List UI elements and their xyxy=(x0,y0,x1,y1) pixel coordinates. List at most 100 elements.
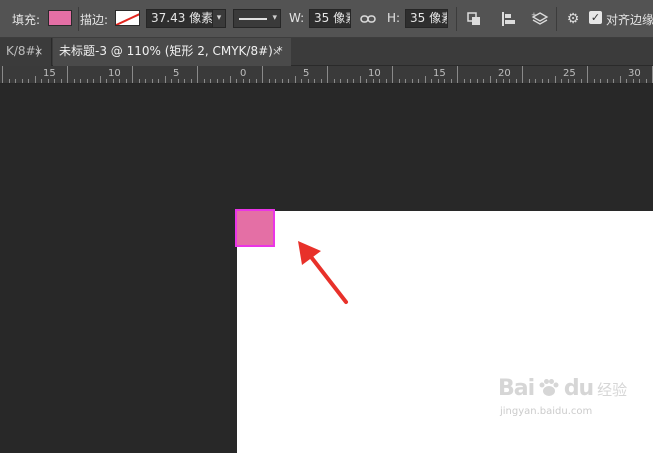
ruler-tick xyxy=(457,66,458,83)
path-operations-icon[interactable] xyxy=(465,10,483,28)
watermark-brand: Bai xyxy=(498,376,535,401)
ruler-tick xyxy=(418,79,419,83)
ruler-tick xyxy=(158,79,159,83)
ruler-tick xyxy=(9,79,10,83)
ruler-tick xyxy=(119,79,120,83)
ruler-tick xyxy=(607,79,608,83)
path-arrangement-icon[interactable]: + xyxy=(531,10,549,28)
ruler-tick xyxy=(392,66,393,83)
ruler-tick xyxy=(223,79,224,83)
close-icon[interactable]: × xyxy=(34,38,43,65)
ruler-tick xyxy=(626,79,627,83)
ruler-tick xyxy=(503,79,504,83)
paw-icon xyxy=(539,379,559,396)
align-edges-checkbox[interactable]: ✓ xyxy=(589,11,602,24)
ruler-tick xyxy=(74,79,75,83)
ruler-tick xyxy=(535,79,536,83)
ruler-tick xyxy=(522,66,523,83)
ruler-tick xyxy=(132,66,133,83)
ruler-tick xyxy=(178,79,179,83)
ruler-tick xyxy=(100,76,101,83)
ruler-tick xyxy=(646,79,647,83)
ruler-tick xyxy=(581,79,582,83)
ruler-tick xyxy=(41,79,42,83)
ruler-tick xyxy=(425,76,426,83)
link-icon[interactable] xyxy=(359,10,377,28)
ruler-tick xyxy=(347,79,348,83)
ruler-label: 0 xyxy=(240,68,247,79)
ruler-tick xyxy=(405,79,406,83)
watermark-brand-cn: 经验 xyxy=(597,381,628,399)
svg-text:+: + xyxy=(531,11,537,19)
ruler-tick xyxy=(444,79,445,83)
ruler-tick xyxy=(191,79,192,83)
ruler-tick xyxy=(321,79,322,83)
ruler-tick xyxy=(28,79,29,83)
watermark-brand-suffix: du xyxy=(563,376,594,401)
ruler-tick xyxy=(431,79,432,83)
canvas-workspace[interactable]: Bai du 经验 jingyan.baidu.com xyxy=(0,84,653,453)
ruler-tick xyxy=(256,79,257,83)
ruler-label: 10 xyxy=(108,68,121,79)
chevron-down-icon[interactable]: ▾ xyxy=(212,9,226,28)
close-icon[interactable]: × xyxy=(272,38,281,65)
ruler-tick xyxy=(282,79,283,83)
ruler-tick xyxy=(340,79,341,83)
align-edges-label: 对齐边缘 xyxy=(606,13,653,27)
ruler-tick xyxy=(35,76,36,83)
height-field[interactable]: 35 像素 xyxy=(405,9,448,28)
ruler-tick xyxy=(399,79,400,83)
ruler-tick xyxy=(197,66,198,83)
stroke-type-dropdown[interactable]: ▾ xyxy=(233,9,281,28)
ruler-label: 15 xyxy=(433,68,446,79)
ruler-tick xyxy=(269,79,270,83)
ruler-tick xyxy=(204,79,205,83)
ruler-tick xyxy=(600,79,601,83)
width-field[interactable]: 35 像素 xyxy=(309,9,351,28)
ruler-tick xyxy=(555,76,556,83)
ruler-label: 10 xyxy=(368,68,381,79)
watermark-url: jingyan.baidu.com xyxy=(500,406,593,417)
ruler-label: 25 xyxy=(563,68,576,79)
ruler-tick xyxy=(243,79,244,83)
ruler-label: 15 xyxy=(43,68,56,79)
ruler-tick xyxy=(633,79,634,83)
ruler-tick xyxy=(386,79,387,83)
rectangle-shape[interactable] xyxy=(235,209,275,247)
ruler-tick xyxy=(360,76,361,83)
photoshop-window: 填充: 描边: 37.43 像素 ▾ ▾ W: 35 像素 H: 35 像素 +… xyxy=(0,0,653,453)
stroke-width-field[interactable]: 37.43 像素 xyxy=(146,9,213,28)
ruler-tick xyxy=(301,79,302,83)
ruler-tick xyxy=(412,79,413,83)
ruler-tick xyxy=(451,79,452,83)
ruler-label: 5 xyxy=(173,68,180,79)
ruler-tick xyxy=(210,79,211,83)
line-style-icon xyxy=(239,18,267,20)
ruler-tick xyxy=(548,79,549,83)
ruler-tick xyxy=(639,79,640,83)
horizontal-ruler[interactable]: 15 10 5 0 5 10 15 20 25 30 xyxy=(0,66,653,84)
fill-color-swatch[interactable] xyxy=(48,10,72,26)
ruler-tick xyxy=(620,76,621,83)
ruler-tick xyxy=(373,79,374,83)
gear-icon[interactable]: ⚙ xyxy=(564,10,582,28)
ruler-label: 5 xyxy=(303,68,310,79)
stroke-color-swatch[interactable] xyxy=(115,10,140,26)
divider xyxy=(456,7,457,31)
ruler-tick xyxy=(438,79,439,83)
divider xyxy=(556,7,557,31)
ruler-tick xyxy=(93,79,94,83)
tab-previous-document[interactable]: K/8#) × xyxy=(0,38,52,66)
ruler-tick xyxy=(145,79,146,83)
ruler-tick xyxy=(61,79,62,83)
ruler-tick xyxy=(217,79,218,83)
tab-untitled-3[interactable]: 未标题-3 @ 110% (矩形 2, CMYK/8#) * × xyxy=(53,38,291,66)
ruler-tick xyxy=(80,79,81,83)
ruler-tick xyxy=(230,76,231,83)
ruler-tick xyxy=(113,79,114,83)
ruler-tick xyxy=(568,79,569,83)
ruler-tick xyxy=(542,79,543,83)
ruler-tick xyxy=(54,79,55,83)
ruler-tick xyxy=(184,79,185,83)
path-alignment-icon[interactable] xyxy=(499,10,517,28)
